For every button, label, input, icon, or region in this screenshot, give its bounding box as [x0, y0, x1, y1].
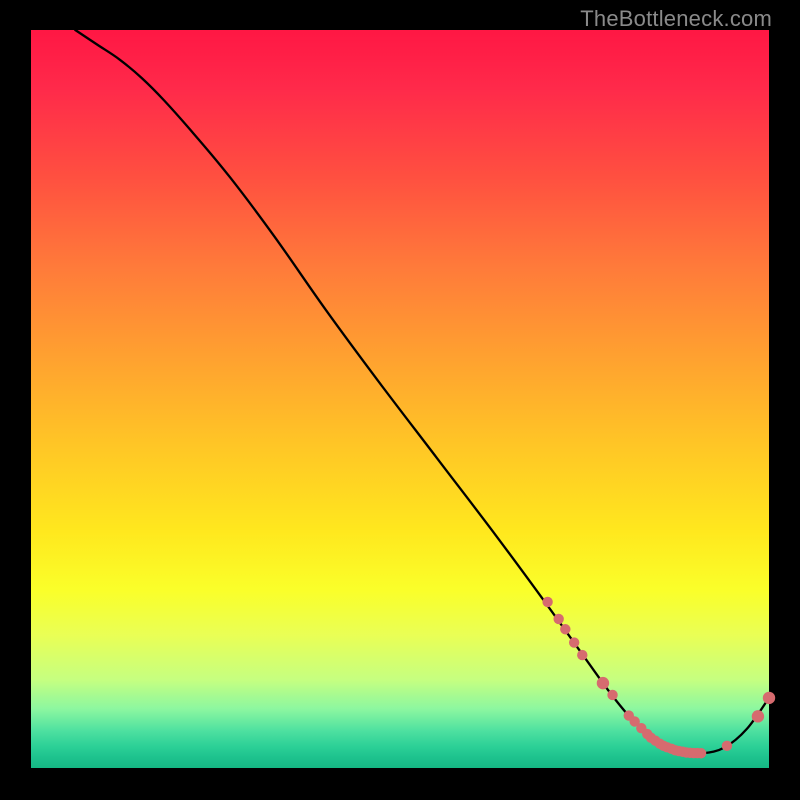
data-point [696, 748, 706, 758]
data-point [597, 677, 609, 689]
data-point [553, 614, 563, 624]
data-point [577, 650, 587, 660]
data-point [569, 637, 579, 647]
chart-frame: TheBottleneck.com [0, 0, 800, 800]
data-point [560, 624, 570, 634]
chart-svg [31, 30, 769, 768]
data-point [542, 597, 552, 607]
data-point [752, 710, 764, 722]
data-point [763, 692, 775, 704]
bottleneck-curve [75, 30, 769, 754]
data-point [607, 690, 617, 700]
data-point [722, 741, 732, 751]
watermark-text: TheBottleneck.com [580, 6, 772, 32]
